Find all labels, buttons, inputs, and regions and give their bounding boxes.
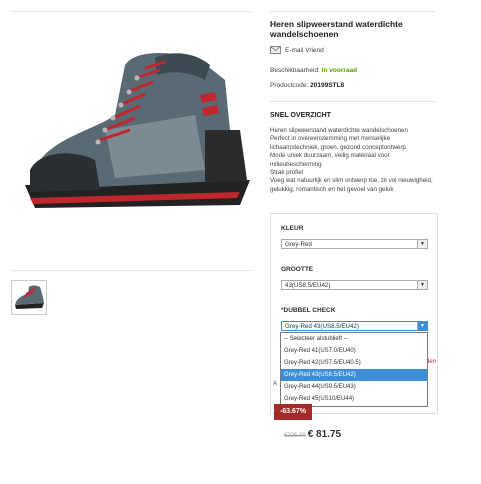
image-bottom-rule bbox=[10, 270, 251, 271]
overview-line: Strak profiel bbox=[270, 169, 304, 177]
double-check-title: DUBBEL CHECK bbox=[283, 307, 336, 314]
dropdown-option-selected[interactable]: Grey-Red 43(US8.5/EU42) bbox=[281, 369, 427, 381]
overview-line: Voeg wat natuurlijk en slim ontwerp toe,… bbox=[270, 177, 433, 185]
double-check-dropdown-list[interactable]: -- Selecteer alstublieft -- Grey-Red 41(… bbox=[280, 332, 428, 407]
product-main-image[interactable] bbox=[10, 20, 251, 265]
availability-label: Beschikbaarheid: bbox=[270, 67, 320, 74]
thumbnail-boot-image bbox=[15, 285, 44, 309]
dropdown-option[interactable]: Grey-Red 42(US7.5/EU40.5) bbox=[281, 357, 427, 369]
size-select-value: 43(US8.5/EU42) bbox=[285, 282, 331, 289]
dropdown-option[interactable]: -- Selecteer alstublieft -- bbox=[281, 333, 427, 345]
top-rule-left bbox=[10, 11, 251, 12]
email-friend-link[interactable]: E-mail Vriend bbox=[270, 46, 324, 54]
dropdown-option[interactable]: Grey-Red 44(US9.5/EU43) bbox=[281, 381, 427, 393]
overview-line: lichaamstechniek, groen, gezond concepto… bbox=[270, 143, 408, 151]
product-thumbnail[interactable] bbox=[11, 280, 47, 315]
availability: Beschikbaarheid: In voorraad bbox=[270, 67, 357, 74]
details-rule bbox=[270, 101, 436, 102]
color-label: KLEUR bbox=[281, 225, 304, 232]
overview-line: gelukkig, romantisch en het gevoel van g… bbox=[270, 185, 394, 193]
overview-line: Heren slipweerstand waterdichte wandelsc… bbox=[270, 127, 408, 134]
overview-line: Perfect in overeenstemming met menselijk… bbox=[270, 135, 391, 143]
double-check-label: *DUBBEL CHECK bbox=[281, 307, 335, 314]
product-code-value: 20199STL8 bbox=[310, 82, 345, 89]
product-title: Heren slipweerstand waterdichte wandelsc… bbox=[270, 19, 403, 39]
overview-line: milieubescherming bbox=[270, 160, 322, 168]
color-select-value: Grey-Red bbox=[285, 241, 312, 248]
overview-description: Heren slipweerstand waterdichte wandelsc… bbox=[270, 127, 445, 194]
dropdown-arrow-icon[interactable]: ▼ bbox=[417, 281, 427, 289]
overview-line: Mode uniek duurzaam, veilig materiaal vo… bbox=[270, 152, 390, 160]
double-check-select[interactable]: Grey-Red 43(US8.5/EU42) ▼ bbox=[281, 321, 428, 331]
dropdown-option[interactable]: Grey-Red 41(US7.0/EU40) bbox=[281, 345, 427, 357]
price-block: €225.00 € 81.75 bbox=[284, 429, 341, 440]
partial-left-text: A bbox=[273, 381, 278, 387]
dropdown-arrow-icon[interactable]: ▼ bbox=[417, 322, 427, 330]
size-label: GROOTTE bbox=[281, 266, 314, 273]
top-rule-right bbox=[270, 11, 436, 12]
old-price: €225.00 bbox=[284, 433, 306, 439]
discount-badge: -63.67% bbox=[274, 404, 312, 420]
size-select[interactable]: 43(US8.5/EU42) ▼ bbox=[281, 280, 428, 290]
hiking-boot-image bbox=[25, 53, 250, 208]
color-select[interactable]: Grey-Red ▼ bbox=[281, 239, 428, 249]
dropdown-arrow-icon[interactable]: ▼ bbox=[417, 240, 427, 248]
email-icon bbox=[270, 46, 281, 54]
availability-value: In voorraad bbox=[321, 67, 358, 74]
double-check-select-value: Grey-Red 43(US8.5/EU42) bbox=[285, 323, 359, 330]
product-code: Productcode: 20199STL8 bbox=[270, 82, 344, 89]
overview-heading: SNEL OVERZICHT bbox=[270, 112, 331, 119]
product-code-label: Productcode: bbox=[270, 82, 309, 89]
new-price: € 81.75 bbox=[307, 429, 342, 440]
email-friend-label: E-mail Vriend bbox=[285, 46, 324, 54]
